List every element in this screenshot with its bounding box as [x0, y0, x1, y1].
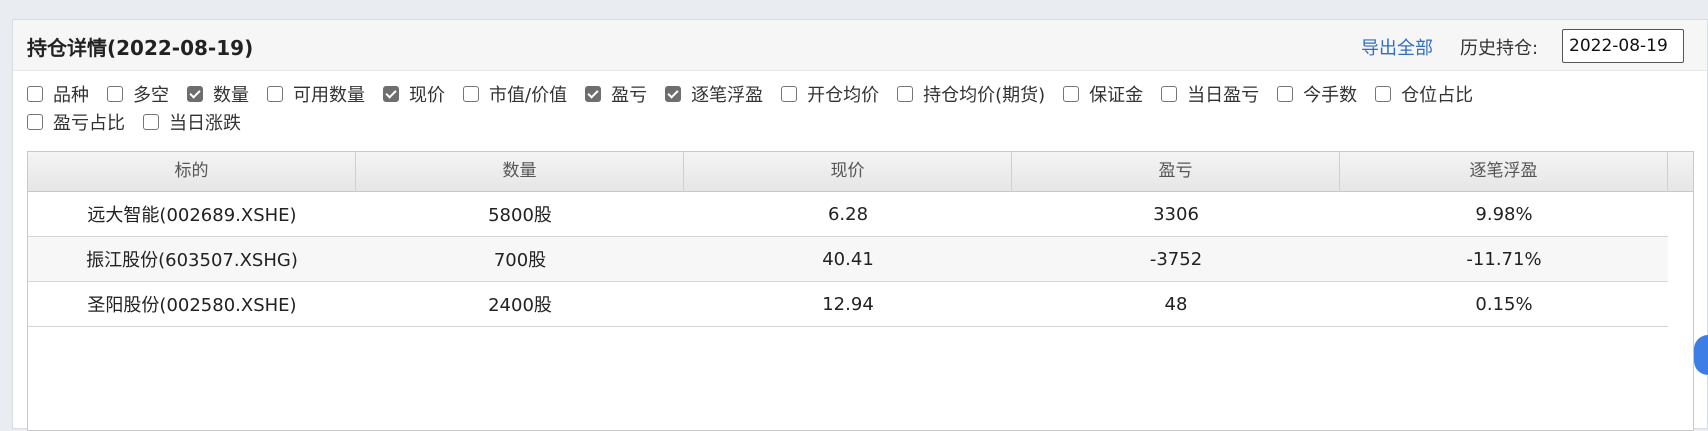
table-cell: 3306: [1153, 203, 1199, 225]
checkbox-unchecked[interactable]: [1375, 86, 1392, 102]
checkbox-unchecked[interactable]: [897, 86, 914, 102]
column-option-label: 今手数: [1303, 85, 1358, 106]
column-option-label: 可用数量: [293, 85, 365, 106]
checkbox-checked[interactable]: [585, 86, 602, 102]
column-header[interactable]: 标的: [28, 152, 356, 192]
column-option[interactable]: 盈亏: [585, 81, 647, 107]
checkbox-unchecked[interactable]: [1063, 86, 1080, 102]
column-option[interactable]: 盈亏占比: [27, 109, 125, 135]
column-header[interactable]: 盈亏: [1012, 152, 1340, 192]
holdings-table: 标的 数量 现价 盈亏 逐笔浮盈 远大智能(002689.XSHE) 5800股 6.28 3…: [27, 151, 1694, 431]
column-header[interactable]: 逐笔浮盈: [1340, 152, 1668, 192]
checkbox-unchecked[interactable]: [27, 86, 43, 102]
column-option[interactable]: 市值/价值: [463, 81, 567, 107]
column-option[interactable]: 逐笔浮盈: [665, 81, 763, 107]
column-option[interactable]: 持仓均价(期货): [897, 81, 1045, 107]
column-option[interactable]: 多空: [107, 81, 169, 107]
table-cell: 9.98%: [1475, 203, 1533, 225]
table-row[interactable]: 圣阳股份(002580.XSHE) 2400股 12.94 48 0.15%: [28, 282, 1668, 327]
column-option-label: 数量: [213, 85, 249, 106]
checkbox-unchecked[interactable]: [267, 86, 283, 102]
column-option[interactable]: 可用数量: [267, 81, 365, 107]
column-option[interactable]: 保证金: [1063, 81, 1143, 107]
table-cell: 40.41: [822, 248, 874, 270]
table-row[interactable]: 远大智能(002689.XSHE) 5800股 6.28 3306 9.98%: [28, 192, 1668, 237]
column-options-row: 盈亏占比 当日涨跌: [27, 108, 1687, 136]
table-cell: 6.28: [827, 203, 869, 225]
checkbox-checked[interactable]: [187, 86, 203, 102]
column-option-label: 盈亏占比: [53, 113, 125, 134]
checkbox-unchecked[interactable]: [27, 114, 43, 130]
checkbox-unchecked[interactable]: [781, 86, 798, 102]
table-cell: 远大智能(002689.XSHE): [87, 205, 297, 226]
column-option-label: 逐笔浮盈: [691, 85, 764, 106]
column-option-label: 当日涨跌: [169, 113, 241, 134]
table-cell: 振江股份(603507.XSHG): [86, 250, 298, 271]
column-option-label: 盈亏: [611, 85, 648, 106]
column-header[interactable]: 数量: [356, 152, 684, 192]
column-option-label: 开仓均价: [807, 85, 880, 106]
column-options: 品种 多空 数量 可用数量 现价 市值/价值 盈亏 逐笔浮盈 开仓均价 持仓均价(期货) 保证金 当日…: [27, 80, 1687, 136]
column-option[interactable]: 当日盈亏: [1161, 81, 1259, 107]
checkbox-unchecked[interactable]: [463, 86, 479, 102]
history-holdings-label: 历史持仓:: [1460, 38, 1539, 59]
table-cell: -11.71%: [1466, 248, 1542, 270]
column-option[interactable]: 开仓均价: [781, 81, 879, 107]
column-option[interactable]: 品种: [27, 81, 89, 107]
table-header: 标的 数量 现价 盈亏 逐笔浮盈: [28, 152, 1693, 192]
column-option[interactable]: 当日涨跌: [143, 109, 241, 135]
column-option-label: 现价: [409, 85, 445, 106]
column-option-label: 保证金: [1089, 85, 1144, 106]
column-option-label: 品种: [53, 85, 89, 106]
column-option[interactable]: 仓位占比: [1375, 81, 1473, 107]
export-all-link[interactable]: 导出全部: [1361, 34, 1433, 60]
column-option-label: 当日盈亏: [1187, 85, 1260, 106]
history-date-input[interactable]: [1562, 29, 1684, 63]
column-option-label: 多空: [133, 85, 169, 106]
table-body: 远大智能(002689.XSHE) 5800股 6.28 3306 9.98% 振江股份(…: [28, 192, 1693, 327]
table-cell: 圣阳股份(002580.XSHE): [87, 295, 297, 316]
column-option[interactable]: 今手数: [1277, 81, 1357, 107]
table-cell: 2400股: [488, 295, 552, 316]
column-option-label: 市值/价值: [489, 85, 568, 106]
column-option-label: 仓位占比: [1401, 85, 1474, 106]
table-cell: 48: [1164, 293, 1188, 315]
column-options-row: 品种 多空 数量 可用数量 现价 市值/价值 盈亏 逐笔浮盈 开仓均价 持仓均价(期货) 保证金 当日…: [27, 80, 1687, 108]
panel-header: 持仓详情(2022-08-19) 导出全部 历史持仓:: [13, 20, 1707, 71]
table-cell: 0.15%: [1475, 293, 1533, 315]
checkbox-checked[interactable]: [383, 86, 399, 102]
table-row[interactable]: 振江股份(603507.XSHG) 700股 40.41 -3752 -11.71%: [28, 237, 1668, 282]
header-spacer: [1668, 152, 1693, 191]
checkbox-unchecked[interactable]: [107, 86, 123, 102]
page-title: 持仓详情(2022-08-19): [27, 36, 254, 60]
column-header[interactable]: 现价: [684, 152, 1012, 192]
column-option-label: 持仓均价(期货): [923, 85, 1046, 106]
table-cell: 5800股: [488, 205, 552, 226]
column-option[interactable]: 现价: [383, 81, 445, 107]
checkbox-unchecked[interactable]: [1161, 86, 1178, 102]
checkbox-checked[interactable]: [665, 86, 682, 102]
table-cell: -3752: [1149, 248, 1203, 270]
holdings-panel: 持仓详情(2022-08-19) 导出全部 历史持仓: 品种多空数量可用数量现价…: [12, 19, 1708, 431]
table-cell: 12.94: [822, 293, 874, 315]
table-cell: 700股: [493, 250, 547, 271]
checkbox-unchecked[interactable]: [143, 114, 159, 130]
floating-widget[interactable]: [1694, 335, 1708, 375]
column-option[interactable]: 数量: [187, 81, 249, 107]
checkbox-unchecked[interactable]: [1277, 86, 1294, 102]
